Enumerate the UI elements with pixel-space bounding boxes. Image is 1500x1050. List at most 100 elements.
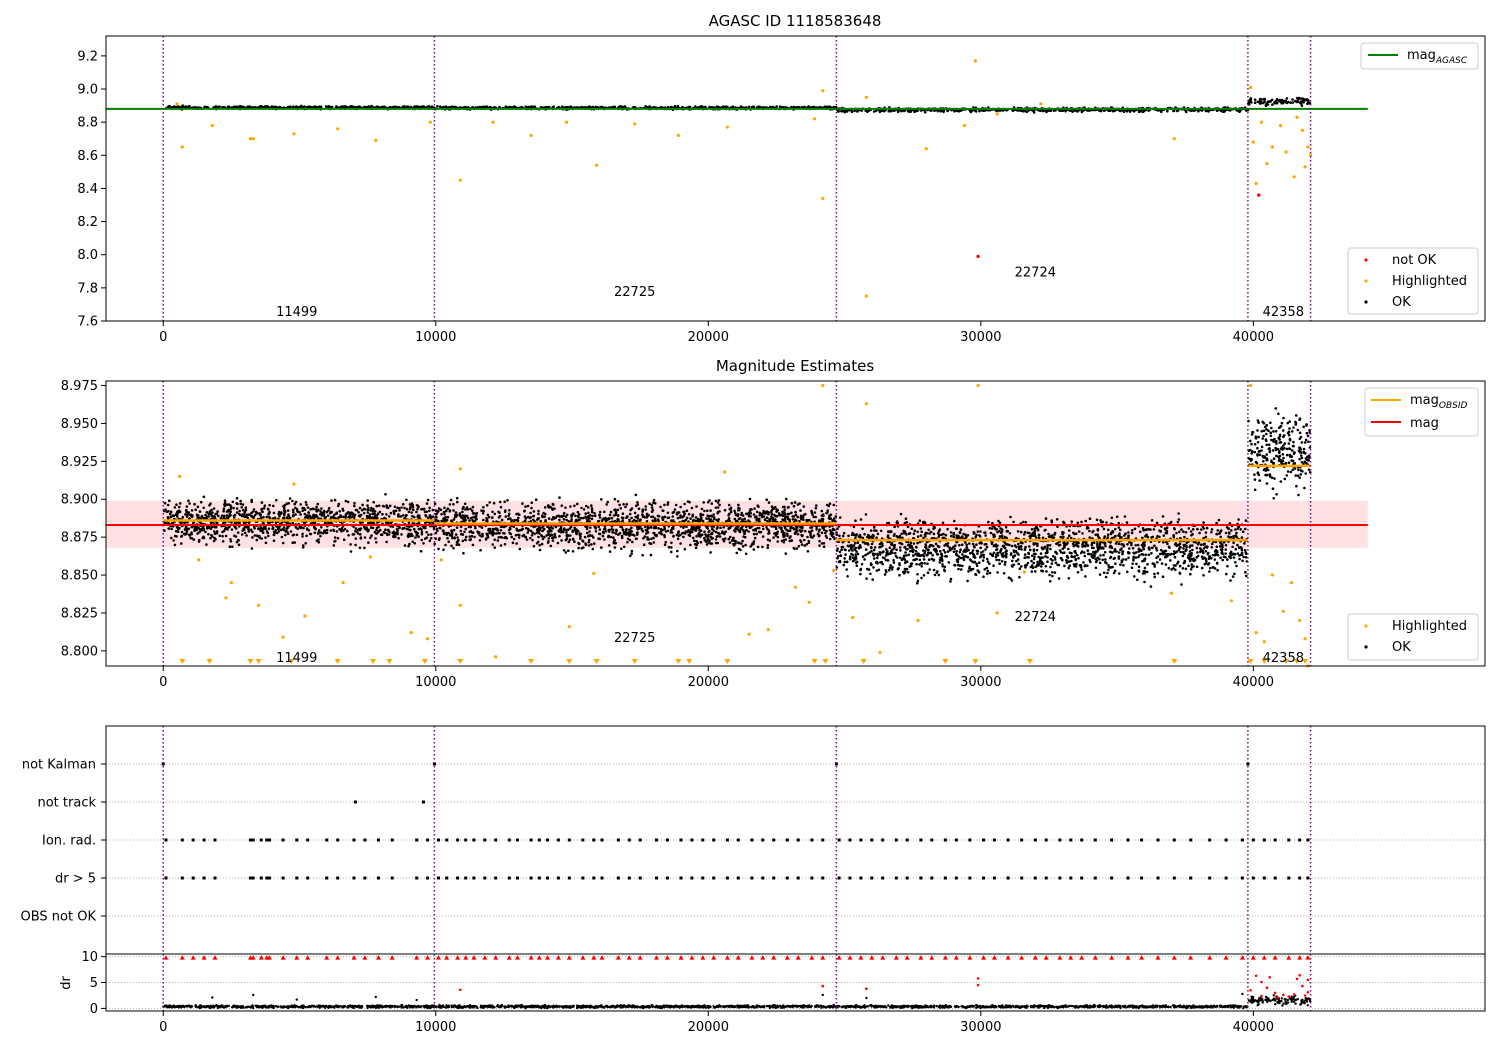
- ok-point: [202, 506, 205, 510]
- ok-point: [752, 105, 756, 109]
- ok-point: [786, 515, 790, 519]
- ok-point: [342, 515, 346, 519]
- ok-point: [524, 517, 528, 520]
- ok-point: [670, 531, 674, 534]
- highlighted-point: [1300, 128, 1304, 132]
- ok-point: [565, 534, 568, 537]
- ok-point: [240, 506, 243, 509]
- ok-point: [301, 509, 305, 512]
- ok-point: [416, 507, 419, 511]
- ok-point: [650, 537, 653, 541]
- ok-point: [1219, 556, 1222, 560]
- ok-point: [183, 528, 187, 531]
- ok-point: [383, 516, 386, 520]
- ok-point: [996, 571, 999, 574]
- ok-point: [727, 514, 730, 517]
- ok-point: [291, 499, 294, 503]
- ok-point: [205, 525, 209, 529]
- ok-point: [799, 540, 803, 543]
- ok-point: [636, 503, 640, 506]
- ok-point: [196, 514, 200, 517]
- ok-point: [400, 533, 403, 536]
- ok-point: [628, 529, 632, 533]
- ok-point: [782, 512, 785, 515]
- figure: 11499227252272442358 0 10000 20000 30000 400…: [0, 0, 1500, 1050]
- ok-point: [493, 512, 497, 516]
- ok-point: [663, 533, 666, 537]
- ok-point: [302, 506, 306, 510]
- ok-point: [267, 508, 270, 511]
- ok-point: [546, 504, 550, 508]
- ok-point: [433, 502, 437, 506]
- highlighted-point: [248, 137, 252, 141]
- ok-point: [317, 531, 320, 534]
- ok-point: [244, 506, 248, 510]
- ok-point: [714, 499, 718, 503]
- ok-point: [628, 512, 632, 516]
- ok-point: [193, 529, 196, 533]
- ok-point: [435, 515, 438, 519]
- ok-point: [420, 530, 424, 534]
- ok-point: [606, 500, 609, 504]
- ok-point: [578, 532, 582, 536]
- ok-point: [399, 515, 403, 518]
- ok-point: [355, 508, 359, 512]
- ok-point: [407, 533, 410, 537]
- ok-point: [821, 513, 825, 516]
- ok-point: [173, 543, 177, 547]
- ok-point: [235, 511, 239, 514]
- ok-point: [820, 509, 824, 513]
- ok-point: [603, 510, 606, 514]
- ok-point: [992, 535, 995, 539]
- highlighted-point: [633, 122, 637, 126]
- ok-point: [724, 105, 728, 108]
- ok-point: [699, 529, 703, 532]
- ok-point: [775, 105, 778, 108]
- ok-point: [661, 528, 664, 532]
- ok-point: [474, 517, 478, 520]
- ok-point: [1175, 109, 1179, 113]
- ok-point: [198, 510, 202, 513]
- ok-point: [510, 519, 513, 522]
- ok-point: [361, 503, 364, 507]
- ok-point: [199, 521, 202, 525]
- ok-point: [260, 501, 264, 504]
- ok-point: [738, 517, 742, 520]
- ok-point: [666, 516, 670, 520]
- ok-point: [609, 510, 613, 514]
- ok-point: [543, 515, 546, 518]
- ok-point: [268, 516, 272, 520]
- ok-point: [196, 505, 200, 509]
- ok-point: [482, 518, 485, 522]
- ok-point: [452, 546, 455, 550]
- ok-point: [183, 521, 186, 525]
- ok-point: [682, 531, 685, 535]
- ok-point: [401, 527, 405, 530]
- ok-point: [571, 529, 574, 532]
- ok-point: [264, 105, 268, 109]
- ok-point: [576, 510, 580, 514]
- ok-point: [560, 504, 564, 508]
- ok-point: [932, 568, 936, 572]
- ok-point: [676, 555, 679, 558]
- ok-point: [624, 505, 627, 509]
- highlighted-point: [1259, 120, 1264, 124]
- ok-point: [716, 506, 720, 509]
- ok-point: [703, 530, 706, 534]
- ok-point: [335, 530, 339, 533]
- ok-point: [393, 505, 397, 509]
- ok-point: [853, 541, 857, 545]
- ok-point: [198, 538, 201, 542]
- ok-point: [708, 514, 711, 518]
- ok-point: [825, 529, 828, 533]
- ok-point: [411, 508, 415, 512]
- ok-point: [194, 508, 197, 512]
- ok-point: [758, 513, 762, 517]
- ok-point: [332, 516, 335, 520]
- ok-point: [763, 518, 767, 522]
- ok-point: [812, 515, 815, 519]
- ok-point: [273, 531, 277, 534]
- ok-point: [454, 533, 458, 536]
- ok-point: [440, 512, 443, 516]
- ok-point: [496, 539, 500, 542]
